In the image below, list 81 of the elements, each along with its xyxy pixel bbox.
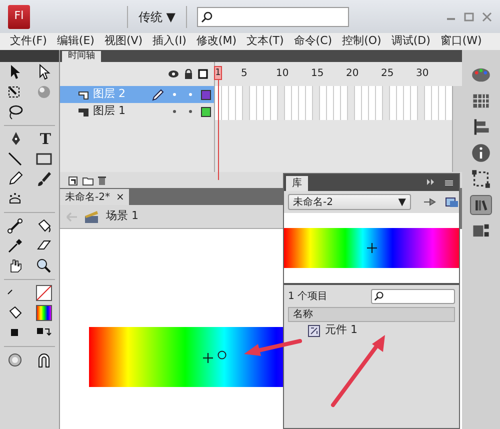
layer-color-swatch[interactable] <box>201 90 211 100</box>
library-dropdown[interactable]: 未命名-2 ▼ <box>288 194 411 210</box>
fill-bucket-icon[interactable] <box>6 305 23 321</box>
paint-bucket-icon[interactable] <box>36 218 52 234</box>
menu-item[interactable]: 视图(V) <box>100 33 147 50</box>
close-icon[interactable] <box>482 12 492 22</box>
menu-item[interactable]: 编辑(E) <box>52 33 98 50</box>
lasso-icon[interactable] <box>6 104 23 120</box>
outline-icon[interactable] <box>198 69 208 79</box>
annotation-arrow <box>331 335 385 407</box>
item-name: 元件 1 <box>325 322 358 338</box>
layer-row[interactable]: 图层 1 <box>60 103 214 120</box>
search-icon <box>200 10 213 22</box>
document-tab[interactable]: 未命名-2* × <box>60 189 130 205</box>
bone-icon[interactable] <box>6 218 23 234</box>
menu-item[interactable]: 控制(O) <box>338 33 386 50</box>
layer-icon <box>78 106 89 116</box>
close-icon[interactable]: × <box>116 190 124 204</box>
search-field[interactable] <box>196 6 349 26</box>
info-icon[interactable] <box>470 143 492 163</box>
frame-number: 20 <box>346 69 359 79</box>
symbol-icon <box>308 324 320 336</box>
clapperboard-icon <box>84 210 100 224</box>
menu-item[interactable]: 修改(M) <box>192 33 240 50</box>
library-item[interactable]: 元件 1 <box>288 322 455 339</box>
library-search-field[interactable] <box>371 288 455 304</box>
visibility-dot[interactable] <box>188 93 192 96</box>
transform-icon[interactable] <box>470 169 492 189</box>
new-layer-icon[interactable] <box>68 174 79 186</box>
crosshair-icon <box>366 243 376 253</box>
layer-icon <box>78 90 89 100</box>
visibility-dot[interactable] <box>188 110 192 113</box>
menu-item[interactable]: 调试(D) <box>387 33 434 50</box>
maximize-icon[interactable] <box>464 12 474 22</box>
snap-icon[interactable] <box>6 352 23 368</box>
magnet-icon[interactable] <box>36 352 52 368</box>
frame-number: 15 <box>311 69 324 79</box>
frame-number: 30 <box>416 69 429 79</box>
panel-menu-icon[interactable] <box>425 177 455 187</box>
scene-label[interactable]: 场景 1 <box>106 208 138 225</box>
library-tab[interactable]: 库 <box>286 176 308 191</box>
timeline-tab[interactable]: 时间轴 <box>62 51 101 62</box>
menu-item[interactable]: 插入(I) <box>148 33 190 50</box>
visibility-dot[interactable] <box>172 93 176 96</box>
layer-name: 图层 2 <box>93 86 126 102</box>
zoom-icon[interactable] <box>36 258 52 274</box>
brush-icon[interactable] <box>36 171 52 187</box>
eye-icon[interactable] <box>168 70 179 78</box>
folder-icon[interactable] <box>82 174 94 186</box>
playhead[interactable]: 1 <box>214 66 222 80</box>
lock-icon[interactable] <box>184 69 193 79</box>
app-logo: Fl <box>8 4 30 28</box>
frame-number: 10 <box>276 69 289 79</box>
menu-item[interactable]: 文本(T) <box>242 33 288 50</box>
item-count: 1 个项目 <box>288 290 328 304</box>
layer-name: 图层 1 <box>93 103 126 120</box>
pencil-icon[interactable] <box>6 171 23 187</box>
column-header[interactable]: 名称 <box>288 307 455 322</box>
no-color-swatch-icon[interactable] <box>36 285 52 301</box>
rainbow-swatch-icon[interactable] <box>36 305 52 321</box>
trash-icon[interactable] <box>97 174 107 186</box>
rectangle-icon[interactable] <box>36 151 52 167</box>
search-icon <box>374 291 384 301</box>
transform-point-icon <box>217 350 227 360</box>
text-tool[interactable]: T <box>40 132 52 146</box>
workspace-switcher[interactable]: 传统 ▼ <box>128 8 186 26</box>
eyedropper-icon[interactable] <box>6 238 23 254</box>
menu-item[interactable]: 窗口(W) <box>436 33 486 50</box>
frame-number: 25 <box>381 69 394 79</box>
visibility-dot[interactable] <box>172 110 176 113</box>
new-library-icon[interactable] <box>445 196 459 208</box>
menu-item[interactable]: 文件(F) <box>6 33 51 50</box>
menu-item[interactable]: 命令(C) <box>290 33 336 50</box>
annotation-arrow <box>244 339 302 356</box>
crosshair-icon <box>203 353 213 363</box>
library-icon[interactable] <box>470 195 492 215</box>
scrollbar[interactable] <box>452 86 462 172</box>
pin-icon[interactable] <box>423 196 437 208</box>
layer-color-swatch[interactable] <box>201 106 211 116</box>
frame-number: 5 <box>241 69 248 79</box>
line-icon[interactable] <box>6 151 23 167</box>
